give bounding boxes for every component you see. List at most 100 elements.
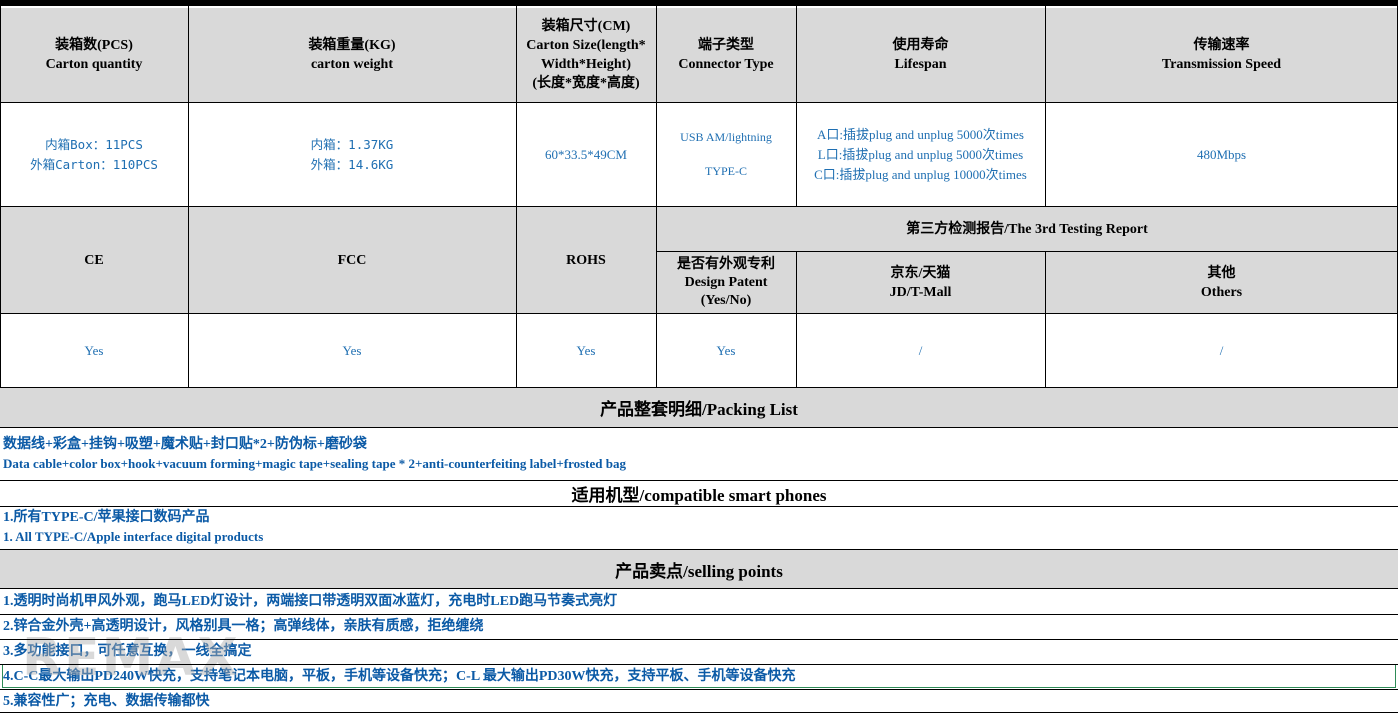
grid-line [796,251,797,387]
header-carton-weight-cn: 装箱重量(KG) [308,38,396,53]
value-qty-inner: 内箱Box：11PCS [45,136,143,152]
packing-list-content: 数据线+彩盒+挂钩+吸塑+魔术贴+封口贴*2+防伪标+磨砂袋 Data cabl… [0,435,1398,475]
header-third-party-report: 第三方检测报告/The 3rd Testing Report [656,207,1398,251]
value-connector-1: USB AM/lightning [680,130,772,144]
selling-point: 2.锌合金外壳+高透明设计，风格别具一格；高弹线体，亲肤有质感，拒绝缠绕 [3,619,484,634]
value-ce: Yes [0,314,188,387]
value-carton-size: 60*33.5*49CM [516,103,656,206]
header-lifespan-cn: 使用寿命 [892,38,949,53]
value-lifespan: A口:插拔plug and unplug 5000次times L口:插拔plu… [796,103,1045,206]
compatible-cn: 1.所有TYPE-C/苹果接口数码产品 [3,510,210,525]
header-transmission-speed-cn: 传输速率 [1193,38,1250,53]
highlight-box [2,664,1396,688]
header-lifespan: 使用寿命 Lifespan [796,8,1045,102]
header-lifespan-en: Lifespan [894,57,947,72]
compatible-en: 1. All TYPE-C/Apple interface digital pr… [3,529,264,544]
value-fcc-text: Yes [342,342,362,358]
value-carton-weight: 内箱：1.37KG 外箱：14.6KG [188,103,516,206]
header-carton-size: 装箱尺寸(CM) Carton Size(length* Width*Heigh… [516,8,656,102]
header-connector-type-en: Connector Type [678,57,774,72]
value-connector-2: TYPE-C [705,164,747,178]
header-patent-cn: 是否有外观专利 [677,256,775,272]
packing-list-cn: 数据线+彩盒+挂钩+吸塑+魔术贴+封口贴*2+防伪标+磨砂袋 [3,437,367,452]
selling-point: 3.多功能接口，可任意互换，一线全搞定 [3,644,252,659]
value-size: 60*33.5*49CM [545,146,627,162]
selling-point: 1.透明时尚机甲风外观，跑马LED灯设计，两端接口带透明双面冰蓝灯，充电时LED… [3,594,618,609]
header-jd-cn: 京东/天猫 [890,265,951,281]
header-others-cn: 其他 [1207,265,1236,281]
value-others: / [1045,314,1398,387]
value-patent: Yes [656,314,796,387]
value-fcc: Yes [188,314,516,387]
header-carton-quantity: 装箱数(PCS) Carton quantity [0,8,188,102]
grid-line [0,549,1398,550]
grid-line [0,689,1398,690]
grid-line [1045,251,1046,387]
header-carton-weight-en: carton weight [310,57,394,72]
grid-line [796,6,797,206]
value-connector-type: USB AM/lightning TYPE-C [656,103,796,206]
value-others-text: / [1219,342,1224,358]
header-connector-type: 端子类型 Connector Type [656,8,796,102]
grid-line [656,6,657,387]
header-ce: CE [0,207,188,313]
value-rohs: Yes [516,314,656,387]
header-carton-size-en1: Carton Size(length* [526,38,646,53]
value-life-l: L口:插拔plug and unplug 5000次times [817,146,1024,162]
grid-line [656,251,1398,252]
grid-line [0,6,1,387]
header-carton-quantity-cn: 装箱数(PCS) [55,38,133,53]
top-border [0,0,1398,6]
header-connector-type-cn: 端子类型 [698,38,754,53]
header-rohs: ROHS [516,207,656,313]
header-carton-size-cn: 装箱尺寸(CM) [541,19,631,34]
grid-line [0,588,1398,589]
grid-line [0,313,1398,314]
compatible-title: 适用机型/compatible smart phones [0,481,1398,506]
header-design-patent: 是否有外观专利 Design Patent (Yes/No) [656,252,796,313]
header-jd-tmall: 京东/天猫 JD/T-Mall [796,252,1045,313]
selling-points-title: 产品卖点/selling points [0,550,1398,588]
header-rohs-label: ROHS [566,252,606,268]
grid-line [516,6,517,387]
grid-line [0,387,1398,388]
grid-line [0,102,1398,103]
grid-line [188,6,189,387]
header-others: 其他 Others [1045,252,1398,313]
value-qty-outer: 外箱Carton：110PCS [30,156,158,172]
header-patent-en1: Design Patent [684,274,768,290]
grid-line [0,614,1398,615]
grid-line [0,206,1398,207]
header-carton-weight: 装箱重量(KG) carton weight [188,8,516,102]
grid-line [0,712,1398,713]
header-patent-en2: (Yes/No) [700,292,752,308]
value-weight-outer: 外箱：14.6KG [310,156,394,172]
value-life-c: C口:插拔plug and unplug 10000次times [814,166,1027,182]
header-others-en: Others [1200,284,1243,300]
grid-line [0,639,1398,640]
grid-line [0,480,1398,481]
value-weight-inner: 内箱：1.37KG [310,136,394,152]
value-jd-text: / [918,342,923,358]
header-ce-label: CE [84,252,104,268]
grid-line [0,506,1398,507]
grid-line [0,427,1398,428]
header-carton-quantity-en: Carton quantity [45,57,143,72]
header-third-party-label: 第三方检测报告/The 3rd Testing Report [906,221,1148,237]
value-life-a: A口:插拔plug and unplug 5000次times [817,126,1024,142]
header-carton-size-en2: Width*Height) [541,57,631,72]
packing-list-title: 产品整套明细/Packing List [0,388,1398,427]
header-fcc-label: FCC [337,252,367,268]
value-rohs-text: Yes [576,342,596,358]
compatible-content: 1.所有TYPE-C/苹果接口数码产品 1. All TYPE-C/Apple … [0,508,1398,548]
value-jd-tmall: / [796,314,1045,387]
header-carton-size-cn2: (长度*宽度*高度) [532,76,640,91]
header-transmission-speed: 传输速率 Transmission Speed [1045,8,1398,102]
grid-line [1045,6,1046,206]
value-transmission-speed: 480Mbps [1045,103,1398,206]
packing-list-en: Data cable+color box+hook+vacuum forming… [3,456,626,471]
grid-line [0,664,1398,665]
value-ce-text: Yes [84,342,104,358]
value-carton-quantity: 内箱Box：11PCS 外箱Carton：110PCS [0,103,188,206]
selling-point: 5.兼容性广；充电、数据传输都快 [3,694,210,709]
